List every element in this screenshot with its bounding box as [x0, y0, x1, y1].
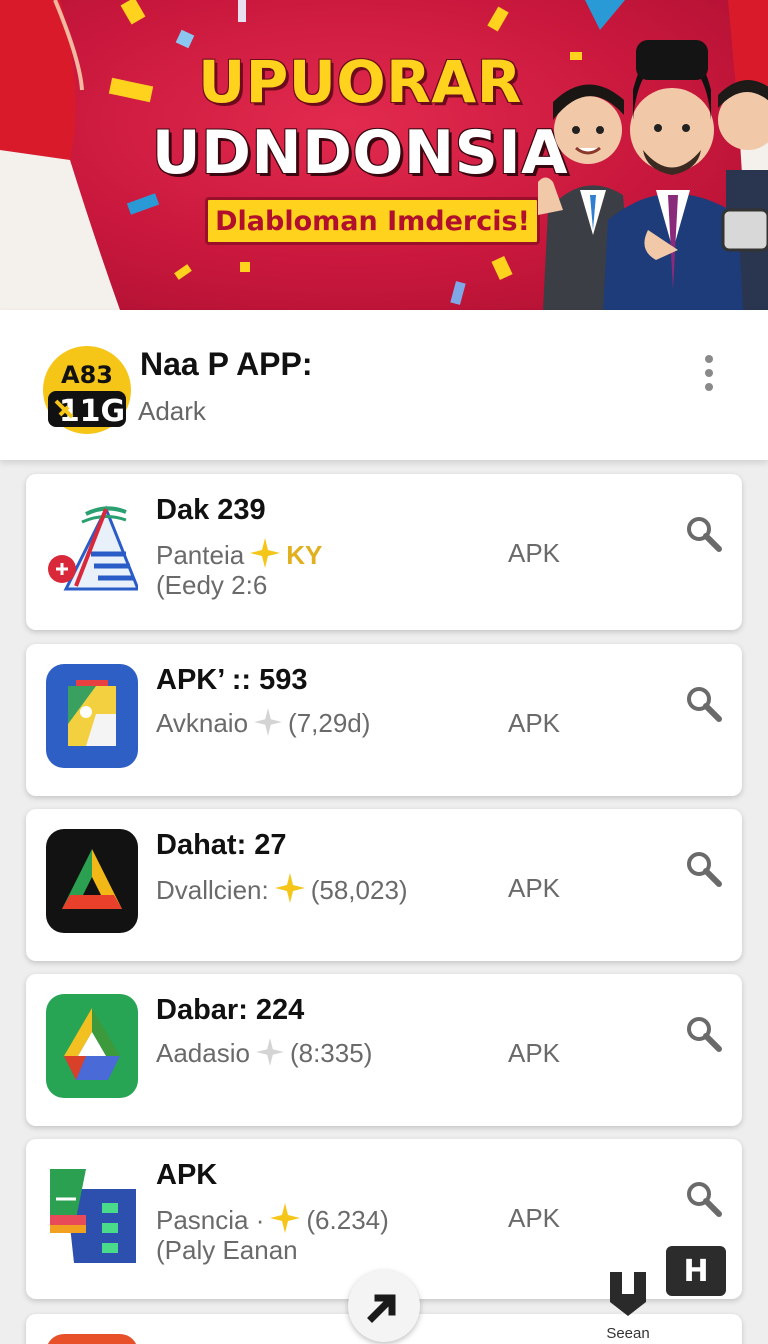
banner-tagline: Dlabloman Imdercis!: [205, 197, 540, 245]
h-button[interactable]: H: [666, 1246, 726, 1296]
banner-title-line1: UPUORAR: [198, 48, 522, 116]
app-title: Dabar: 224: [156, 994, 305, 1026]
app-rating-count: (58,023): [310, 875, 408, 905]
app-rating-count: (6.234): [306, 1205, 389, 1235]
search-icon[interactable]: [684, 849, 724, 889]
search-icon[interactable]: [684, 1014, 724, 1054]
star-icon: [254, 708, 283, 736]
apk-label: APK: [508, 708, 561, 738]
app-developer: Aadasio: [156, 1038, 250, 1068]
star-icon: [250, 538, 281, 568]
app-title: APK’ :: 593: [156, 664, 308, 696]
app-subtitle: Adark: [138, 396, 206, 426]
star-icon: [274, 873, 305, 903]
search-icon[interactable]: [684, 514, 724, 554]
app-rating-badge: KY: [286, 540, 323, 570]
app-developer: Avknaio: [156, 708, 249, 738]
app-rating-line: Aadasio (8:335): [156, 1038, 372, 1069]
star-icon: [255, 1038, 284, 1066]
app-list-item[interactable]: Dabar: 224 Aadasio (8:335) APK: [26, 974, 742, 1126]
apk-label: APK: [508, 538, 561, 568]
app-rating-line: Dvallcien: (58,023): [156, 873, 408, 906]
apk-label: APK: [508, 873, 561, 903]
app-title: APK: [156, 1159, 218, 1191]
cartoon-people-illustration: [538, 40, 768, 310]
svg-text:A83: A83: [61, 361, 113, 389]
app-title: Dahat: 27: [156, 829, 287, 861]
app-developer: Panteia: [156, 540, 245, 570]
app-list-item[interactable]: Dahat: 27 Dvallcien: (58,023) APK: [26, 809, 742, 961]
app-rating-count: (8:335): [289, 1038, 373, 1068]
app-rating-line: Avknaio (7,29d): [156, 708, 370, 739]
banner-title-line2: UDNDONSIA: [151, 118, 569, 188]
promo-banner[interactable]: UPUORAR UDNDONSIA Dlabloman Imdercis!: [0, 0, 768, 310]
app-developer: Dvallcien:: [156, 875, 269, 905]
app-name: Naa P APP:: [140, 346, 313, 382]
shield-icon: [610, 1272, 646, 1316]
app-meta-line: (Paly Eanan: [156, 1235, 298, 1265]
app-files-icon: [50, 1169, 136, 1263]
app-rating-count: (7,29d): [288, 708, 371, 738]
app-list-item[interactable]: APK’ :: 593 Avknaio (7,29d) APK: [26, 644, 742, 796]
more-vertical-icon[interactable]: [692, 350, 726, 396]
app-maps-icon: [46, 664, 138, 768]
app-drive-green-icon: [46, 994, 138, 1098]
app-rating-line: Pasncia · (6.234): [156, 1203, 389, 1236]
app-drive-dark-icon: [46, 829, 138, 933]
app-title: Dak 239: [156, 494, 266, 526]
app-meta-line: (Eedy 2:6: [156, 570, 268, 600]
app-logo-icon: A83 11G: [43, 346, 131, 434]
arrow-up-icon: [367, 1294, 396, 1323]
search-icon[interactable]: [684, 1179, 724, 1219]
app-rating-line: Panteia KY: [156, 538, 322, 571]
app-document-icon: [48, 505, 138, 591]
search-icon[interactable]: [684, 684, 724, 724]
nav-item-seean[interactable]: Seean: [596, 1268, 660, 1342]
app-list-item[interactable]: Dak 239 Panteia KY (Eedy 2:6 APK: [26, 474, 742, 630]
nav-label: Seean: [606, 1325, 650, 1342]
scroll-top-button[interactable]: [348, 1270, 420, 1342]
apk-label: APK: [508, 1038, 561, 1068]
apk-label: APK: [508, 1203, 561, 1233]
star-icon: [270, 1203, 301, 1233]
app-developer: Pasncia ·: [156, 1205, 265, 1235]
app-icon: [47, 1334, 137, 1344]
